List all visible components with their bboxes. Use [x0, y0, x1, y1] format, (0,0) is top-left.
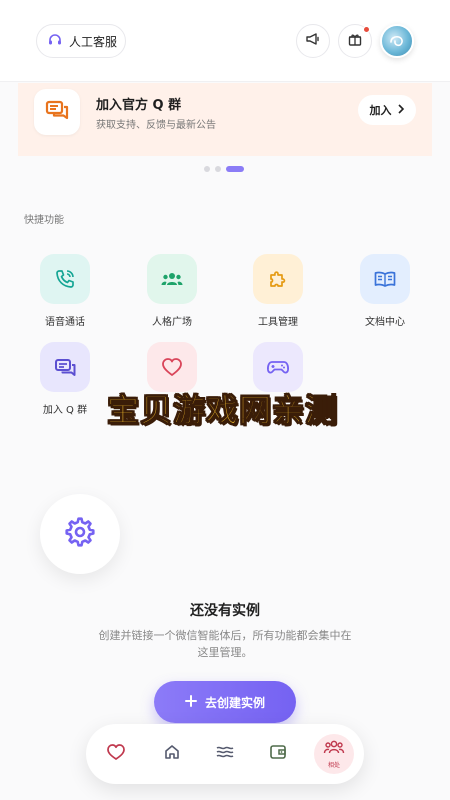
watermark-text: 宝贝游戏网亲测	[106, 391, 339, 430]
quick-item-tool-management[interactable]: 工具管理	[233, 254, 323, 334]
customer-service-button[interactable]: 人工客服	[36, 24, 126, 58]
quick-item-label: 工具管理	[258, 317, 298, 328]
gift-icon	[347, 31, 363, 51]
wallet-icon	[268, 743, 288, 765]
create-instance-button[interactable]: 去创建实例	[154, 681, 296, 723]
quick-item-label: 加入 Q 群	[42, 405, 88, 416]
nav-favorites[interactable]	[100, 738, 132, 770]
top-bar: 人工客服	[0, 0, 450, 82]
quick-item-voice-call[interactable]: 语音通话	[20, 254, 110, 334]
headset-icon	[47, 32, 63, 51]
chevron-right-icon	[397, 103, 405, 117]
people-icon	[147, 254, 197, 304]
join-label: 加入	[369, 104, 392, 117]
banner-title: 加入官方 Q 群	[96, 98, 182, 113]
create-instance-label: 去创建实例	[204, 695, 265, 710]
waves-icon	[215, 743, 235, 765]
nav-active-label: 相处	[327, 762, 340, 769]
qq-group-banner[interactable]: 加入官方 Q 群 获取支持、反馈与最新公告 加入	[18, 83, 432, 156]
bottom-nav: 相处	[86, 724, 364, 784]
empty-desc-line: 创建并链接一个微信智能体后，所有功能都会集中在	[98, 629, 352, 642]
quick-item-doc-center[interactable]: 文档中心	[340, 254, 430, 334]
chat-icon	[44, 97, 70, 127]
nav-home[interactable]	[156, 738, 188, 770]
banner-icon-box	[34, 89, 80, 135]
banner-subtitle: 获取支持、反馈与最新公告	[96, 120, 216, 131]
carousel-dot[interactable]	[204, 166, 210, 172]
empty-desc-line: 这里管理。	[197, 646, 253, 659]
carousel-dot-active[interactable]	[226, 166, 244, 172]
quick-item-join-qq[interactable]: 加入 Q 群	[20, 342, 110, 422]
puzzle-icon	[253, 254, 303, 304]
quick-item-label: 人格广场	[152, 317, 192, 328]
settings-button[interactable]	[40, 494, 120, 574]
home-icon	[163, 743, 181, 765]
quick-item-persona-square[interactable]: 人格广场	[127, 254, 217, 334]
nav-wallet[interactable]	[262, 738, 294, 770]
phone-icon	[40, 254, 90, 304]
quick-item-label: 语音通话	[45, 317, 85, 328]
gift-button[interactable]	[338, 24, 372, 58]
megaphone-icon	[305, 31, 321, 51]
plus-icon	[184, 694, 197, 710]
chat-icon	[40, 342, 90, 392]
carousel-dot[interactable]	[215, 166, 221, 172]
nav-waves[interactable]	[209, 738, 241, 770]
announcement-button[interactable]	[296, 24, 330, 58]
heart-icon	[106, 743, 126, 765]
avatar[interactable]	[380, 24, 414, 58]
empty-state-title: 还没有实例	[190, 603, 260, 619]
notification-dot	[363, 26, 370, 33]
join-button[interactable]: 加入	[358, 95, 416, 125]
group-icon	[323, 739, 345, 759]
empty-state-description: 创建并链接一个微信智能体后，所有功能都会集中在 这里管理。	[40, 627, 410, 661]
quick-item-label: 文档中心	[365, 317, 405, 328]
book-icon	[360, 254, 410, 304]
section-title: 快捷功能	[24, 215, 64, 226]
gear-icon	[64, 516, 96, 552]
customer-service-label: 人工客服	[69, 34, 118, 49]
nav-together-active[interactable]: 相处	[314, 734, 354, 774]
carousel-indicator	[204, 166, 244, 172]
